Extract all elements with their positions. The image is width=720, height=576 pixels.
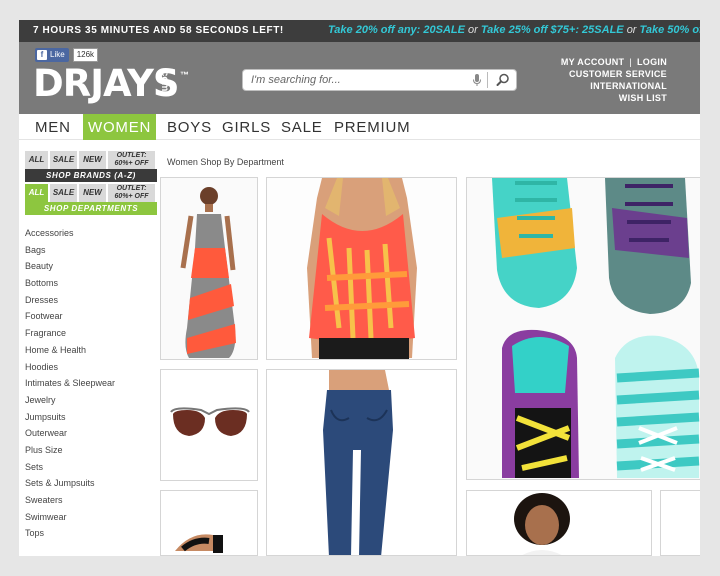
department-link[interactable]: Jewelry xyxy=(25,392,157,409)
outlet-label: OUTLET: xyxy=(116,152,147,159)
department-link[interactable]: Footwear xyxy=(25,308,157,325)
account-links: MY ACCOUNT | LOGIN CUSTOMER SERVICE INTERN… xyxy=(561,56,667,104)
facebook-like-count: 126k xyxy=(72,48,99,62)
promo-bar[interactable]: 7 HOURS 35 MINUTES AND 58 SECONDS LEFT! … xyxy=(19,20,700,42)
brands-filter-sale[interactable]: SALE xyxy=(50,151,77,169)
promo-or: or xyxy=(626,24,637,36)
product-tile-partial[interactable] xyxy=(660,490,700,556)
sandal-tile[interactable] xyxy=(160,490,258,556)
shop-departments-button[interactable]: SHOP DEPARTMENTS xyxy=(25,202,157,215)
outlet-discount: 60%+ OFF xyxy=(114,193,149,200)
department-link[interactable]: Intimates & Sleepwear xyxy=(25,375,157,392)
department-link[interactable]: Beauty xyxy=(25,258,157,275)
logo-trademark: ™ xyxy=(180,70,189,80)
promo-offer-25[interactable]: Take 25% off $75+: 25SALE xyxy=(481,24,624,36)
department-link[interactable]: Accessories xyxy=(25,225,157,242)
facebook-like-label: Like xyxy=(50,50,65,59)
sunglasses-image xyxy=(161,370,257,480)
nav-girls[interactable]: GIRLS xyxy=(222,114,271,140)
department-link[interactable]: Sets & Jumpsuits xyxy=(25,475,157,492)
main-nav: MEN WOMEN BOYS GIRLS SALE PREMIUM xyxy=(19,114,700,140)
brands-filter-all[interactable]: ALL xyxy=(25,151,48,169)
wish-list-link[interactable]: WISH LIST xyxy=(561,92,667,104)
search-icon[interactable] xyxy=(493,72,513,88)
outlet-discount: 60%+ OFF xyxy=(114,160,149,167)
facebook-icon: f xyxy=(37,50,47,60)
brand-filter-pills: ALL SALE NEW OUTLET: 60%+ OFF xyxy=(25,151,157,169)
department-link[interactable]: Outerwear xyxy=(25,425,157,442)
outlet-label: OUTLET: xyxy=(116,185,147,192)
sandal-image xyxy=(161,491,257,555)
site-logo[interactable]: DRJAYS xyxy=(33,64,180,104)
sneakers-tile[interactable] xyxy=(466,177,700,480)
department-link[interactable]: Swimwear xyxy=(25,509,157,526)
department-link[interactable]: Dresses xyxy=(25,292,157,309)
department-link[interactable]: Fragrance xyxy=(25,325,157,342)
account-divider: | xyxy=(629,57,632,67)
department-link[interactable]: Jumpsuits xyxy=(25,409,157,426)
department-link[interactable]: Bottoms xyxy=(25,275,157,292)
department-link[interactable]: Sweaters xyxy=(25,492,157,509)
facebook-like-button[interactable]: f Like xyxy=(35,48,69,62)
nav-boys[interactable]: BOYS xyxy=(167,114,212,140)
my-account-link[interactable]: MY ACCOUNT xyxy=(561,57,625,67)
jeans-tile[interactable] xyxy=(266,369,457,556)
promo-offer-20[interactable]: Take 20% off any: 20SALE xyxy=(328,24,465,36)
search-input[interactable] xyxy=(243,70,468,90)
department-filter-pills: ALL SALE NEW OUTLET: 60%+ OFF xyxy=(25,184,157,202)
promo-offers[interactable]: Take 20% off any: 20SALE or Take 25% off… xyxy=(328,24,700,36)
facebook-like-widget[interactable]: f Like 126k xyxy=(35,48,99,62)
breadcrumb: Women Shop By Department xyxy=(167,157,284,167)
department-link[interactable]: Plus Size xyxy=(25,442,157,459)
nav-men[interactable]: MEN xyxy=(35,114,71,140)
tank-top-tile[interactable] xyxy=(266,177,457,360)
nav-sale[interactable]: SALE xyxy=(281,114,323,140)
nav-women[interactable]: WOMEN xyxy=(83,114,157,140)
departments-filter-all[interactable]: ALL xyxy=(25,184,48,202)
dress-image xyxy=(161,178,257,359)
nav-premium[interactable]: PREMIUM xyxy=(334,114,410,140)
shop-brands-button[interactable]: SHOP BRANDS (A-Z) xyxy=(25,169,157,182)
sunglasses-tile[interactable] xyxy=(160,369,258,481)
department-link[interactable]: Home & Health xyxy=(25,342,157,359)
sneakers-image xyxy=(467,178,700,479)
department-list: Accessories Bags Beauty Bottoms Dresses … xyxy=(25,225,157,542)
dress-tile[interactable] xyxy=(160,177,258,360)
departments-filter-sale[interactable]: SALE xyxy=(50,184,77,202)
browser-page: 7 HOURS 35 MINUTES AND 58 SECONDS LEFT! … xyxy=(19,20,700,556)
department-link[interactable]: Hoodies xyxy=(25,359,157,376)
sidebar: ALL SALE NEW OUTLET: 60%+ OFF SHOP BRAND… xyxy=(25,151,157,542)
departments-filter-outlet[interactable]: OUTLET: 60%+ OFF xyxy=(108,184,155,202)
international-link[interactable]: INTERNATIONAL xyxy=(561,80,667,92)
brands-filter-new[interactable]: NEW xyxy=(79,151,106,169)
model-portrait-image xyxy=(467,491,651,555)
brands-filter-outlet[interactable]: OUTLET: 60%+ OFF xyxy=(108,151,155,169)
departments-filter-new[interactable]: NEW xyxy=(79,184,106,202)
site-header: f Like 126k DRJAYS .com ™ MY ACCOUNT | LOG… xyxy=(19,42,700,114)
department-link[interactable]: Tops xyxy=(25,525,157,542)
countdown-timer: 7 HOURS 35 MINUTES AND 58 SECONDS LEFT! xyxy=(33,25,284,36)
customer-service-link[interactable]: CUSTOMER SERVICE xyxy=(561,68,667,80)
department-link[interactable]: Sets xyxy=(25,459,157,476)
promo-or: or xyxy=(468,24,478,36)
microphone-icon[interactable] xyxy=(471,73,483,87)
jeans-image xyxy=(267,370,456,555)
search-box xyxy=(242,69,517,91)
promo-offer-50[interactable]: Take 50% off The xyxy=(640,24,700,36)
tank-top-image xyxy=(267,178,456,359)
logo-com-suffix: .com xyxy=(159,68,170,92)
login-link[interactable]: LOGIN xyxy=(637,57,667,67)
department-link[interactable]: Bags xyxy=(25,242,157,259)
search-divider xyxy=(487,72,488,88)
model-portrait-tile[interactable] xyxy=(466,490,652,556)
